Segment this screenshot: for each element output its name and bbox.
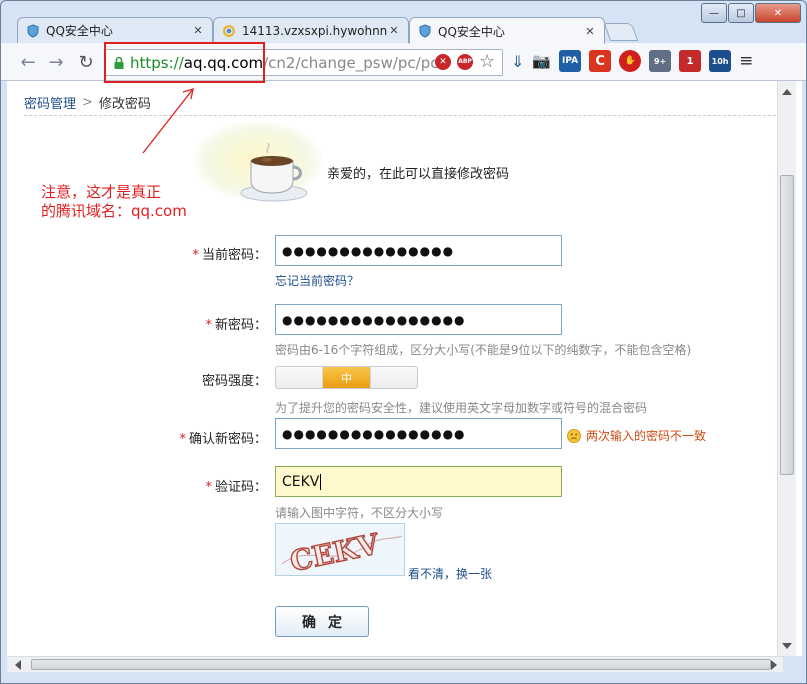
breadcrumb-current: 修改密码 — [98, 97, 151, 112]
password-strength-meter: 中 — [275, 366, 418, 389]
star-icon[interactable]: ☆ — [479, 51, 495, 72]
minimize-button[interactable]: — — [701, 3, 727, 23]
block-icon[interactable]: ✕ — [435, 53, 451, 70]
sad-face-icon — [567, 428, 581, 443]
text-caret — [320, 473, 322, 490]
coffee-cup-icon — [240, 143, 308, 202]
scroll-left-arrow-icon[interactable] — [15, 660, 21, 670]
annotation-highlight-box — [104, 42, 265, 83]
error-text: 两次输入的密码不一致 — [586, 429, 707, 443]
strength-segment: 中 — [323, 367, 371, 388]
tab-title: 14113.vzxsxpi.hywohnnc — [242, 23, 388, 38]
annotation-line-1: 注意，这才是真正 — [41, 183, 162, 201]
new-password-field[interactable]: ●●●●●●●●●●●●●●●● — [275, 304, 562, 335]
extension-icons: ⇓ 📷 IPA C ✋ 9+ 1 10h ≡ — [511, 50, 753, 72]
page-viewport: 密码管理 > 修改密码 亲爱的，在此可以直接修改密码 注意，这才是真正 的腾讯域… — [7, 81, 802, 656]
shield-icon — [26, 23, 40, 38]
annotation-note: 注意，这才是真正 的腾讯域名：qq.com — [41, 183, 187, 221]
new-tab-button[interactable] — [603, 23, 639, 41]
confirm-button[interactable]: 确定 — [275, 606, 369, 637]
breadcrumb-password-management[interactable]: 密码管理 — [24, 93, 76, 112]
tab-title: QQ安全中心 — [46, 24, 113, 38]
annotation-line-2: 的腾讯域名：qq.com — [41, 202, 187, 220]
captcha-glyphs: CEKV — [287, 527, 383, 577]
browser-window: QQ安全中心 ✕ 14113.vzxsxpi.hywohnnc ✕ QQ安全中心… — [0, 0, 807, 684]
confirm-password-field[interactable]: ●●●●●●●●●●●●●●●● — [275, 418, 562, 449]
maximize-button[interactable]: □ — [728, 3, 754, 23]
current-password-field[interactable]: ●●●●●●●●●●●●●●● — [275, 235, 562, 266]
stop-hand-icon[interactable]: ✋ — [619, 50, 642, 72]
tab-qq-security-1[interactable]: QQ安全中心 ✕ — [17, 17, 213, 43]
vertical-scrollbar[interactable] — [777, 81, 796, 656]
close-icon[interactable]: ✕ — [584, 25, 596, 38]
captcha-image[interactable]: CEKV — [275, 523, 405, 579]
menu-icon[interactable]: ≡ — [739, 51, 753, 71]
close-window-button[interactable]: ✕ — [755, 3, 801, 23]
close-icon[interactable]: ✕ — [192, 24, 204, 37]
strength-hint: 为了提升您的密码安全性，建议使用英文字母加数字或符号的混合密码 — [275, 401, 648, 415]
captcha-hint: 请输入图中字符，不区分大小写 — [275, 506, 444, 520]
new-password-label: * 新密码： — [205, 318, 267, 333]
url-path: /cn2/change_psw/pc/pc — [263, 53, 439, 72]
confirm-password-label: * 确认新密码： — [179, 432, 267, 447]
breadcrumb-separator: > — [82, 95, 93, 110]
mail-icon[interactable]: 1 — [679, 50, 702, 72]
forward-arrow-icon[interactable]: → — [45, 51, 67, 73]
forgot-password-link[interactable]: 忘记当前密码？ — [275, 272, 359, 289]
ipa-icon[interactable]: IPA — [559, 50, 582, 72]
timer-icon[interactable]: 10h — [709, 50, 732, 72]
breadcrumb: 密码管理 > 修改密码 — [24, 93, 151, 112]
c-extension-icon[interactable]: C — [589, 50, 612, 72]
tab-qq-security-active[interactable]: QQ安全中心 ✕ — [409, 17, 605, 44]
strength-label: 密码强度： — [201, 374, 267, 389]
scroll-down-arrow-icon[interactable] — [782, 643, 792, 649]
tab-title: QQ安全中心 — [438, 24, 505, 39]
chrome-icon — [222, 24, 236, 38]
vertical-scroll-thumb[interactable] — [780, 175, 794, 475]
horizontal-scroll-thumb[interactable] — [31, 659, 771, 670]
refresh-captcha-link[interactable]: 看不清，换一张 — [408, 565, 492, 582]
adblock-icon[interactable]: ABP — [457, 53, 473, 70]
download-icon[interactable]: ⇓ — [511, 52, 524, 71]
captcha-input[interactable]: CEKV — [275, 466, 562, 497]
weather-icon[interactable]: 9+ — [649, 50, 672, 72]
tab-phishing-site[interactable]: 14113.vzxsxpi.hywohnnc ✕ — [213, 17, 409, 43]
strength-segment — [371, 367, 417, 388]
current-password-label: * 当前密码： — [192, 248, 267, 263]
shield-icon — [418, 24, 432, 38]
scroll-up-arrow-icon[interactable] — [782, 89, 792, 95]
back-arrow-icon[interactable]: ← — [17, 51, 39, 73]
captcha-label: * 验证码： — [205, 480, 267, 495]
greeting-text: 亲爱的，在此可以直接修改密码 — [327, 167, 510, 182]
horizontal-scrollbar[interactable] — [7, 656, 783, 672]
reload-icon[interactable]: ↻ — [75, 51, 97, 73]
new-password-hint: 密码由6-16个字符组成，区分大小写(不能是9位以下的纯数字，不能包含空格) — [275, 343, 692, 357]
password-mismatch-error: 两次输入的密码不一致 — [567, 427, 706, 444]
scroll-right-arrow-icon[interactable] — [771, 660, 777, 670]
camera-icon[interactable]: 📷 — [532, 52, 551, 70]
close-icon[interactable]: ✕ — [388, 24, 400, 37]
divider — [24, 115, 776, 116]
tab-strip: QQ安全中心 ✕ 14113.vzxsxpi.hywohnnc ✕ QQ安全中心… — [1, 1, 806, 44]
strength-segment — [276, 367, 324, 388]
